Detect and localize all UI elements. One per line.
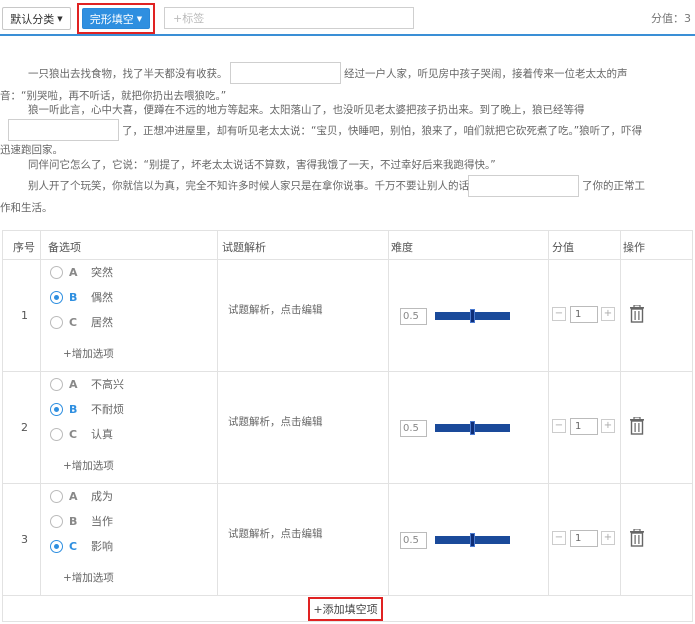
- option-text: 当作: [91, 515, 113, 528]
- passage-line: 作和生活。: [0, 202, 53, 214]
- option-letter: C: [69, 427, 78, 441]
- passage-line: 了你的正常工: [582, 180, 645, 192]
- category-label: 默认分类: [10, 12, 55, 26]
- score-increment-button[interactable]: +: [601, 307, 615, 321]
- radio-button[interactable]: [50, 377, 63, 391]
- category-dropdown-button[interactable]: 默认分类 ▼: [2, 7, 71, 30]
- question-type-dropdown-button[interactable]: 完形填空 ▼: [82, 8, 150, 29]
- option-letter: C: [69, 315, 78, 329]
- option-letter: A: [69, 489, 78, 503]
- analysis-edit-link[interactable]: 试题解析，点击编辑: [228, 302, 323, 317]
- option-letter: A: [69, 265, 78, 279]
- caret-down-icon: ▼: [57, 14, 63, 23]
- radio-button[interactable]: [50, 427, 63, 441]
- option-text: 影响: [91, 540, 113, 553]
- score-decrement-button[interactable]: −: [552, 531, 566, 545]
- passage-line: 了，正想冲进屋里，却有听见老太太说：“宝贝，快睡吧，别怕，狼来了，咱们就把它砍死…: [122, 125, 643, 137]
- option-letter: C: [69, 539, 78, 553]
- score-increment-button[interactable]: +: [601, 531, 615, 545]
- table-row: 1 A 突然 B 偶然 C 居然 +增加选项 试题解析，点击编辑 0.5 − 1 +: [3, 260, 692, 372]
- tag-input[interactable]: [164, 7, 414, 29]
- difficulty-value[interactable]: 0.5: [400, 420, 427, 437]
- radio-button[interactable]: [50, 489, 63, 503]
- table-header: 序号 备选项 试题解析 难度 分值 操作: [3, 231, 692, 260]
- trash-icon[interactable]: [629, 417, 645, 435]
- score-value[interactable]: 1: [570, 418, 598, 435]
- passage-line: 别人开了个玩笑，你就信以为真，完全不知许多时候人家只是在拿你说事。千万不要让别人…: [28, 180, 469, 192]
- table-row: 2 A 不高兴 B 不耐烦 C 认真 +增加选项 试题解析，点击编辑 0.5 − 1 …: [3, 372, 692, 484]
- score-value[interactable]: 1: [570, 530, 598, 547]
- blank-input-1[interactable]: [230, 62, 341, 84]
- option-a[interactable]: A 成为: [50, 488, 113, 504]
- option-letter: A: [69, 377, 78, 391]
- add-option-link[interactable]: +增加选项: [63, 346, 114, 361]
- slider-handle[interactable]: [470, 309, 475, 323]
- passage-line: 同伴问它怎么了，它说：“别提了，坏老太太说话不算数，害得我饿了一天，不过幸好后来…: [28, 159, 496, 171]
- score-decrement-button[interactable]: −: [552, 307, 566, 321]
- row-number: 2: [21, 421, 28, 434]
- option-c[interactable]: C 影响: [50, 538, 113, 554]
- add-option-link[interactable]: +增加选项: [63, 458, 114, 473]
- header-num: 序号: [13, 241, 35, 254]
- add-blank-button[interactable]: +添加填空项: [308, 597, 383, 621]
- analysis-edit-link[interactable]: 试题解析，点击编辑: [228, 414, 323, 429]
- option-text: 不高兴: [91, 378, 124, 391]
- radio-button[interactable]: [50, 315, 63, 329]
- slider-handle[interactable]: [470, 421, 475, 435]
- score-increment-button[interactable]: +: [601, 419, 615, 433]
- difficulty-value[interactable]: 0.5: [400, 532, 427, 549]
- blank-input-3[interactable]: [468, 175, 579, 197]
- header-difficulty: 难度: [391, 241, 413, 254]
- option-letter: B: [69, 290, 78, 304]
- option-text: 突然: [91, 266, 113, 279]
- option-text: 居然: [91, 316, 113, 329]
- row-number: 1: [21, 309, 28, 322]
- header-score: 分值: [552, 241, 574, 254]
- option-text: 偶然: [91, 291, 113, 304]
- add-option-link[interactable]: +增加选项: [63, 570, 114, 585]
- header-action: 操作: [623, 241, 645, 254]
- question-type-label: 完形填空: [89, 12, 134, 26]
- option-letter: B: [69, 402, 78, 416]
- total-score: 分值：3: [651, 12, 691, 25]
- row-number: 3: [21, 533, 28, 546]
- option-c[interactable]: C 认真: [50, 426, 113, 442]
- trash-icon[interactable]: [629, 529, 645, 547]
- radio-button[interactable]: [50, 265, 63, 279]
- option-b[interactable]: B 当作: [50, 513, 113, 529]
- radio-button-selected[interactable]: [50, 539, 63, 553]
- table-row: 3 A 成为 B 当作 C 影响 +增加选项 试题解析，点击编辑 0.5 − 1 +: [3, 484, 692, 596]
- option-c[interactable]: C 居然: [50, 314, 113, 330]
- difficulty-value[interactable]: 0.5: [400, 308, 427, 325]
- analysis-edit-link[interactable]: 试题解析，点击编辑: [228, 526, 323, 541]
- toolbar: 默认分类 ▼ 完形填空 ▼ 分值：3: [0, 0, 695, 36]
- header-analysis: 试题解析: [222, 241, 266, 254]
- score-decrement-button[interactable]: −: [552, 419, 566, 433]
- passage-line: 狼一听此言，心中大喜，便蹲在不远的地方等起来。太阳落山了，也没听见老太婆把孩子扔…: [28, 104, 585, 116]
- option-a[interactable]: A 突然: [50, 264, 113, 280]
- score-value[interactable]: 1: [570, 306, 598, 323]
- header-options: 备选项: [48, 241, 81, 254]
- option-text: 成为: [91, 490, 113, 503]
- option-b[interactable]: B 偶然: [50, 289, 113, 305]
- radio-button-selected[interactable]: [50, 402, 63, 416]
- trash-icon[interactable]: [629, 305, 645, 323]
- option-text: 认真: [91, 428, 113, 441]
- blank-input-2[interactable]: [8, 119, 119, 141]
- passage-line: 经过一户人家，听见房中孩子哭闹，接着传来一位老太太的声: [344, 68, 628, 80]
- slider-handle[interactable]: [470, 533, 475, 547]
- radio-button[interactable]: [50, 514, 63, 528]
- option-text: 不耐烦: [91, 403, 124, 416]
- option-b[interactable]: B 不耐烦: [50, 401, 124, 417]
- blank-options-table: 序号 备选项 试题解析 难度 分值 操作 1 A 突然 B 偶然 C 居然 +增加选项…: [2, 230, 693, 622]
- radio-button-selected[interactable]: [50, 290, 63, 304]
- option-letter: B: [69, 514, 78, 528]
- passage-line: 一只狼出去找食物，找了半天都没有收获。: [28, 68, 228, 80]
- option-a[interactable]: A 不高兴: [50, 376, 124, 392]
- caret-down-icon: ▼: [136, 14, 143, 23]
